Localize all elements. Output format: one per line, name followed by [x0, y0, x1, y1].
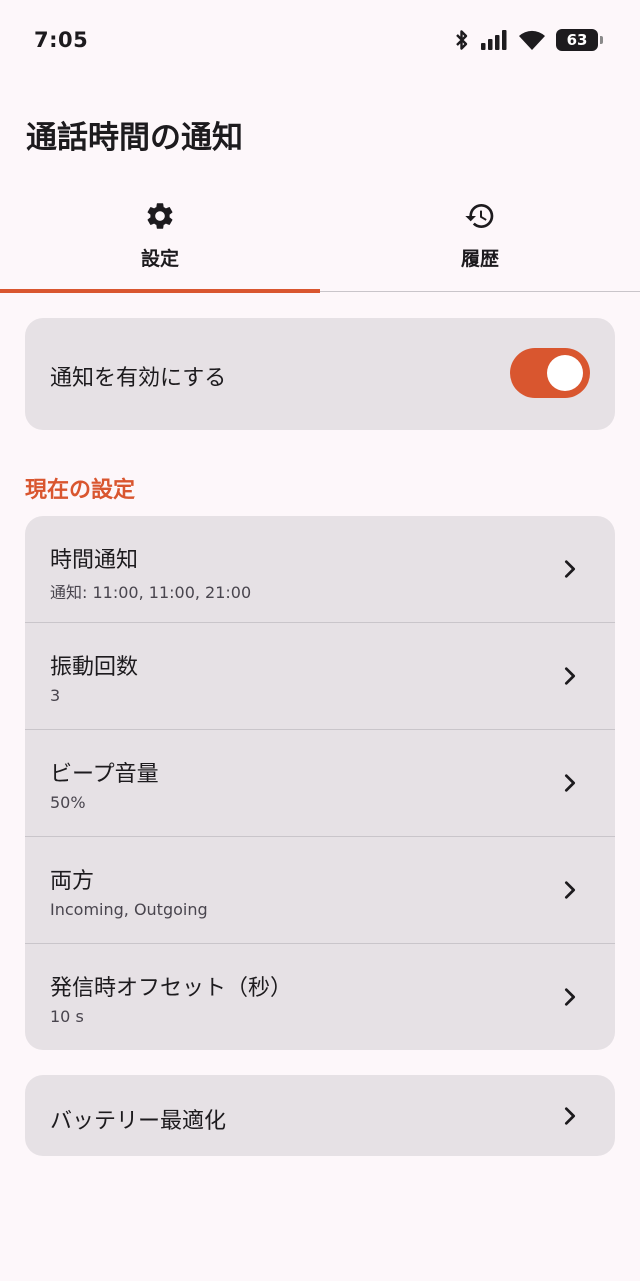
setting-subtitle: 通知: 11:00, 11:00, 21:00: [50, 583, 252, 602]
signal-icon: [481, 30, 507, 50]
setting-title: 振動回数: [50, 655, 139, 680]
wifi-icon: [519, 30, 545, 50]
battery-level: 63: [566, 31, 588, 49]
setting-call-direction[interactable]: 両方 Incoming, Outgoing: [25, 837, 615, 944]
status-bar: 7:05 63: [0, 0, 640, 80]
setting-outgoing-offset[interactable]: 発信時オフセット（秒） 10 s: [25, 944, 615, 1050]
battery-optimization-label: バッテリー最適化: [50, 1109, 227, 1134]
chevron-right-icon: [564, 1107, 576, 1125]
setting-title: ビープ音量: [50, 762, 159, 787]
enable-notifications-switch[interactable]: [510, 348, 590, 398]
switch-knob: [547, 355, 583, 391]
page-title: 通話時間の通知: [26, 120, 243, 156]
tab-history-label: 履歴: [460, 248, 499, 270]
status-icons: 63: [454, 28, 603, 52]
status-time: 7:05: [34, 28, 89, 52]
setting-subtitle: 3: [50, 686, 61, 705]
enable-notifications-label: 通知を有効にする: [50, 366, 227, 391]
bluetooth-icon: [456, 30, 468, 50]
gear-icon: [147, 203, 173, 229]
tab-history[interactable]: 履歴: [320, 190, 640, 292]
history-icon: [465, 204, 494, 229]
enable-notifications-card[interactable]: 通知を有効にする: [25, 318, 615, 430]
setting-subtitle: Incoming, Outgoing: [50, 900, 208, 919]
setting-title: 両方: [50, 869, 95, 894]
chevron-right-icon: [564, 774, 576, 792]
chevron-right-icon: [564, 881, 576, 899]
setting-time-notification[interactable]: 時間通知 通知: 11:00, 11:00, 21:00: [25, 516, 615, 623]
setting-subtitle: 10 s: [50, 1007, 84, 1026]
setting-subtitle: 50%: [50, 793, 86, 812]
current-settings-header: 現在の設定: [25, 478, 136, 503]
settings-list: 時間通知 通知: 11:00, 11:00, 21:00 振動回数 3 ビープ音…: [25, 516, 615, 1050]
setting-vibration-count[interactable]: 振動回数 3: [25, 623, 615, 730]
tab-bar: 設定 履歴: [0, 190, 640, 293]
chevron-right-icon: [564, 667, 576, 685]
tab-settings[interactable]: 設定: [0, 190, 320, 293]
battery-optimization-row[interactable]: バッテリー最適化: [25, 1075, 615, 1156]
tab-settings-label: 設定: [140, 248, 179, 270]
battery-indicator: 63: [556, 29, 603, 51]
setting-beep-volume[interactable]: ビープ音量 50%: [25, 730, 615, 837]
setting-title: 発信時オフセット（秒）: [50, 976, 293, 1001]
chevron-right-icon: [564, 560, 576, 578]
chevron-right-icon: [564, 988, 576, 1006]
setting-title: 時間通知: [50, 548, 139, 573]
